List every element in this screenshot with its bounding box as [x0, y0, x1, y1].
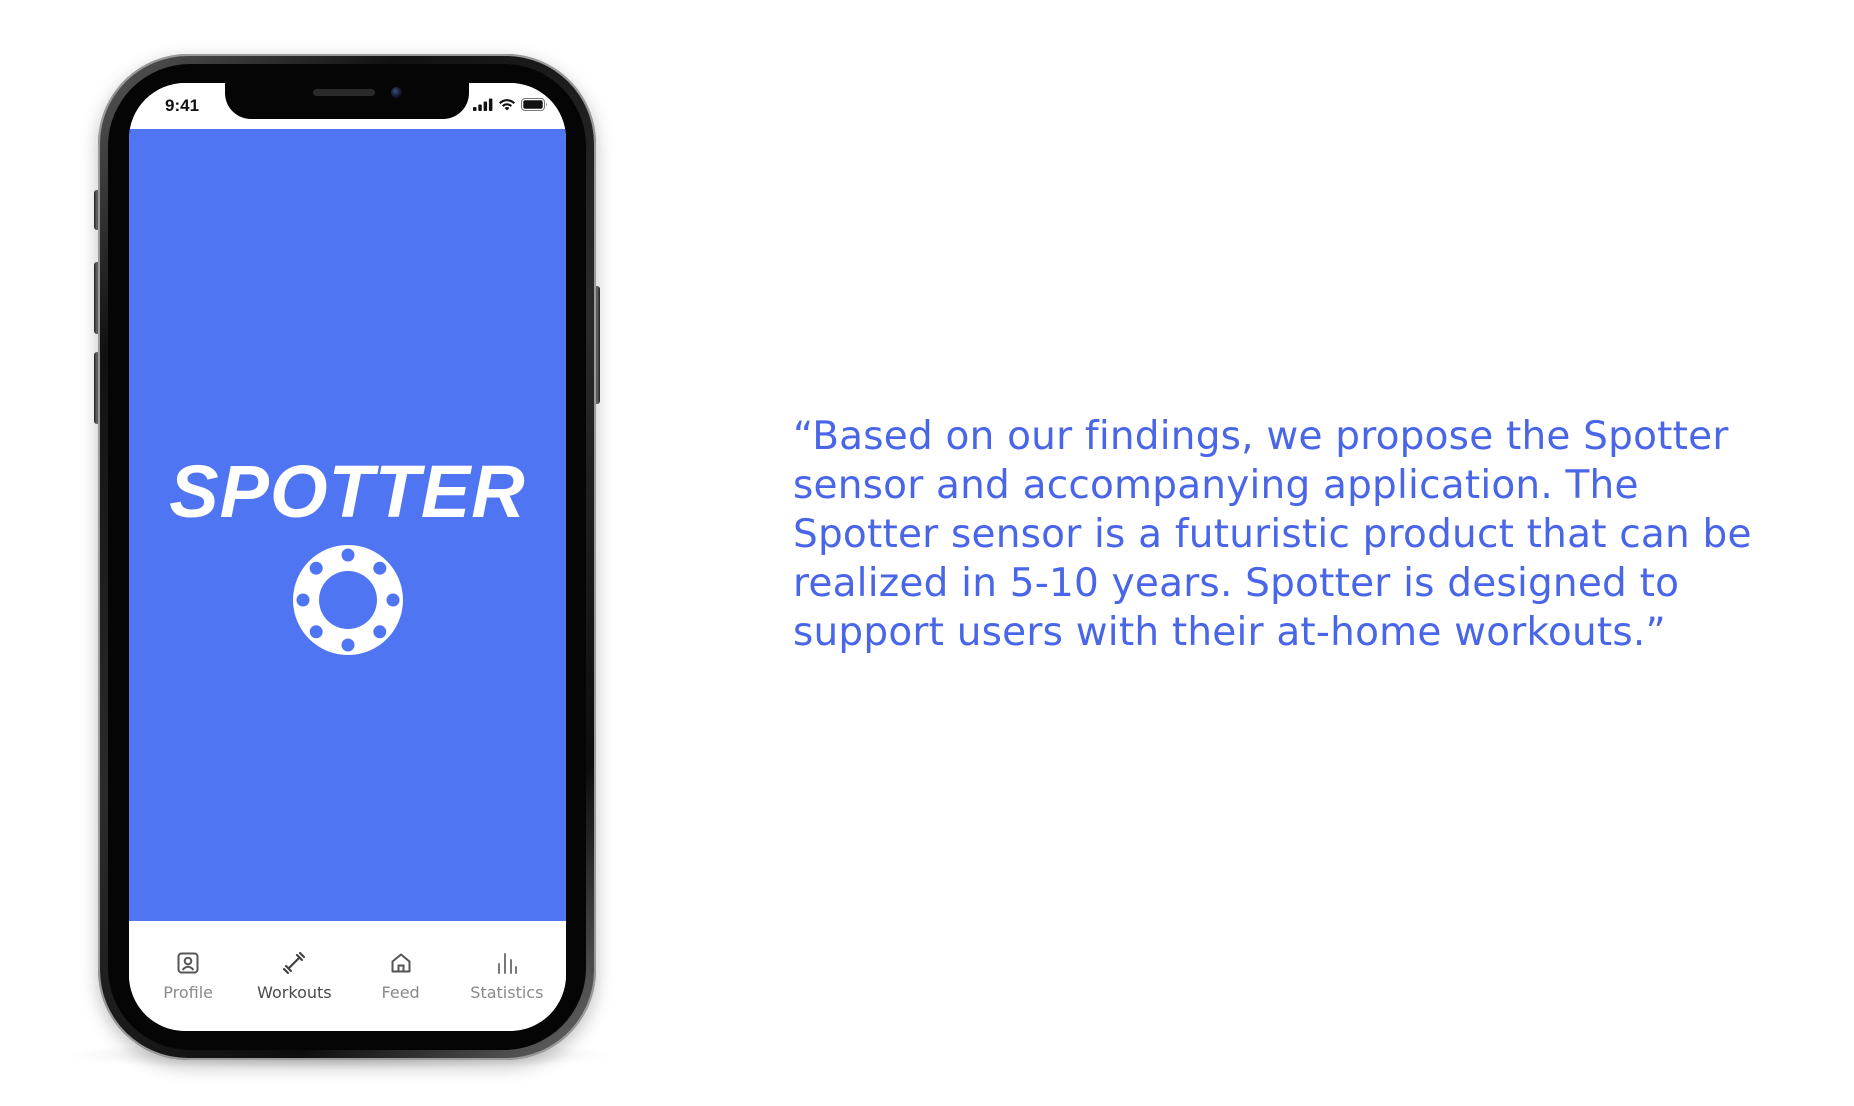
- quote-line: sensor and accompanying application. The: [793, 463, 1639, 508]
- cellular-signal-icon: [473, 98, 493, 111]
- quote-line: “Based on our findings, we propose the S…: [793, 414, 1729, 459]
- profile-icon: [174, 949, 202, 977]
- status-icons: [473, 96, 548, 112]
- battery-icon: [521, 97, 548, 111]
- quote-text: “Based on our findings, we propose the S…: [793, 412, 1803, 657]
- splash-screen: SPOTTER: [129, 129, 566, 921]
- dumbbell-icon: [280, 949, 308, 977]
- quote-line: Spotter sensor is a futuristic product t…: [793, 512, 1752, 557]
- front-camera: [391, 87, 402, 98]
- tab-label-profile: Profile: [163, 983, 213, 1002]
- tab-workouts[interactable]: Workouts: [244, 921, 344, 1031]
- home-icon: [387, 949, 415, 977]
- bottom-tab-bar: Profile Workouts Feed Statistics: [129, 921, 566, 1031]
- phone-screen: 9:41 SPOTTER Profile Workouts Feed Stati…: [129, 83, 566, 1031]
- tab-label-workouts: Workouts: [257, 983, 332, 1002]
- wifi-icon: [498, 98, 516, 111]
- spotter-ring-logo-icon: [293, 545, 403, 655]
- phone-notch: [225, 83, 469, 119]
- tab-label-statistics: Statistics: [470, 983, 544, 1002]
- app-title: SPOTTER: [169, 450, 526, 533]
- status-bar: 9:41: [129, 83, 566, 129]
- tab-label-feed: Feed: [381, 983, 420, 1002]
- speaker-grille: [313, 89, 375, 96]
- tab-statistics[interactable]: Statistics: [457, 921, 557, 1031]
- bar-chart-icon: [493, 949, 521, 977]
- tab-profile[interactable]: Profile: [138, 921, 238, 1031]
- quote-line: support users with their at-home workout…: [793, 610, 1666, 655]
- status-time: 9:41: [165, 96, 200, 115]
- presentation-slide: 9:41 SPOTTER Profile Workouts Feed Stati…: [0, 0, 1854, 1106]
- tab-feed[interactable]: Feed: [351, 921, 451, 1031]
- quote-line: realized in 5-10 years. Spotter is desig…: [793, 561, 1680, 606]
